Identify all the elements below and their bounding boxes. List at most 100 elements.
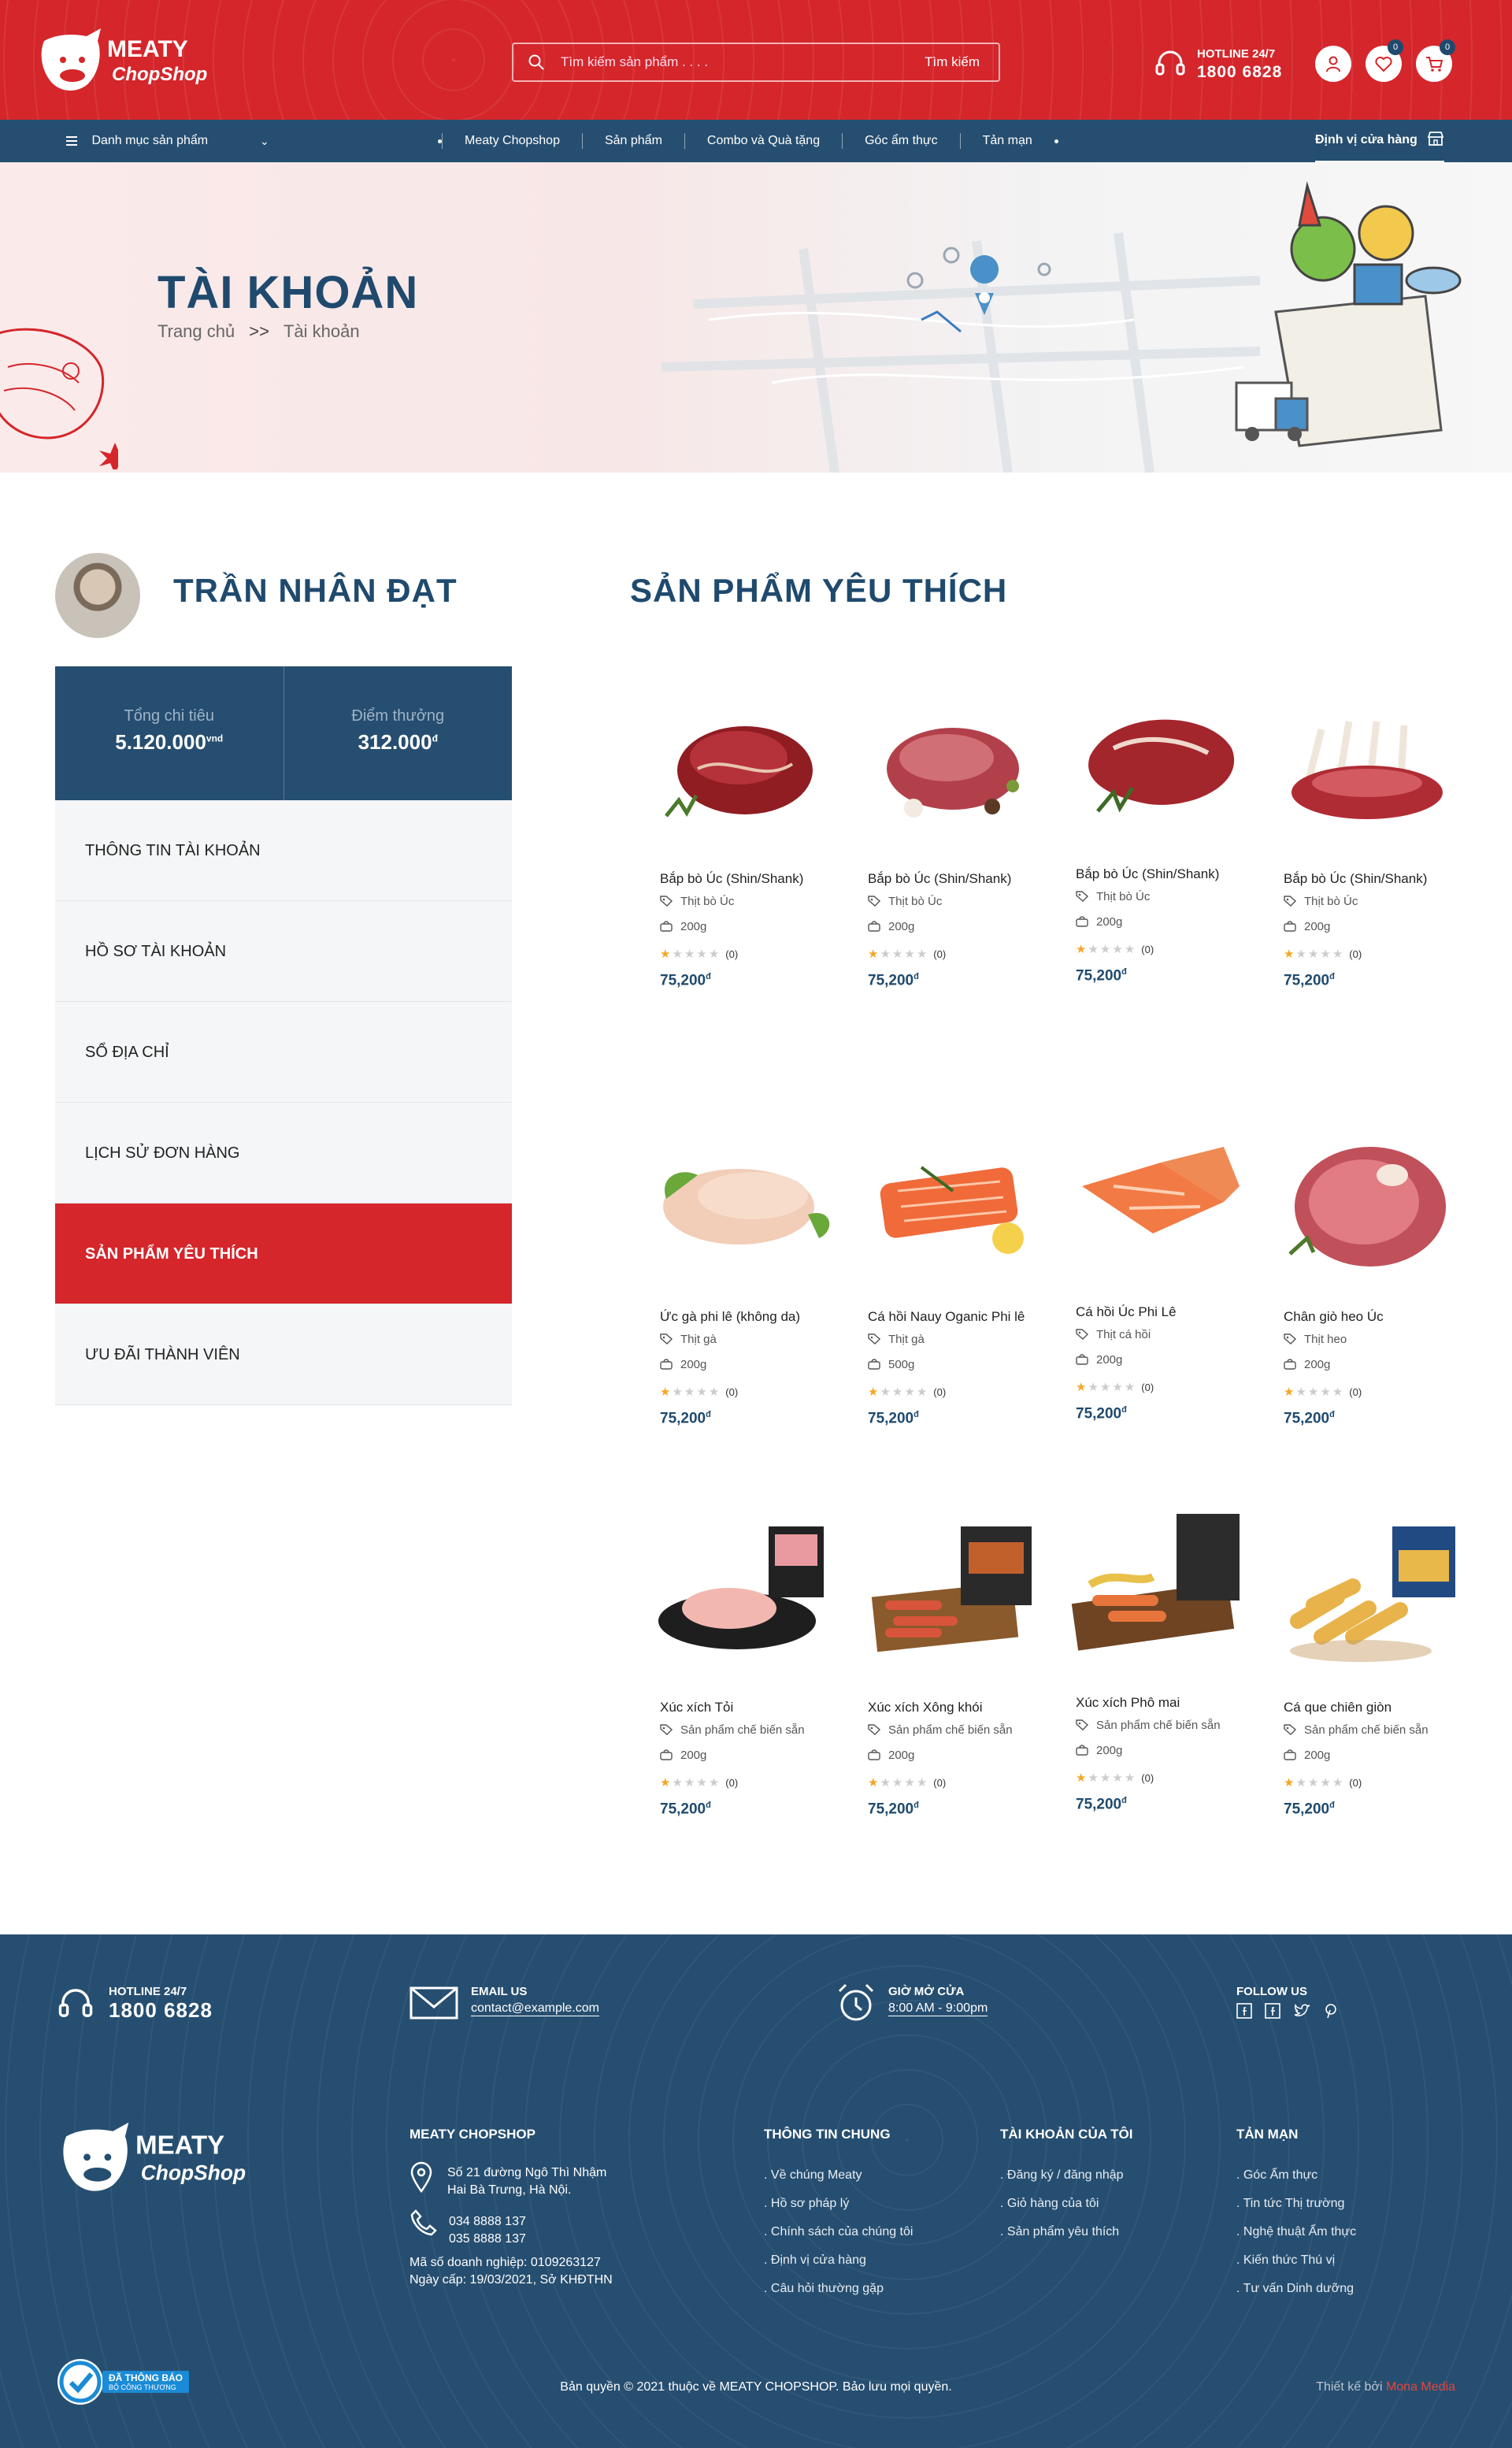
product-category: Thịt bò Úc — [1284, 895, 1358, 908]
footer-link[interactable]: Giỏ hàng của tôi — [1000, 2190, 1132, 2218]
footer-link[interactable]: Tin tức Thị trường — [1236, 2190, 1356, 2218]
footer-link[interactable]: Hồ sơ pháp lý — [764, 2190, 913, 2218]
product-card[interactable]: Cá que chiên giòn Sản phẩm chế biến sẵn … — [1274, 1511, 1463, 1857]
product-card[interactable]: Bắp bò Úc (Shin/Shank) Thịt bò Úc 200g ★… — [858, 682, 1047, 1029]
footer-link[interactable]: Câu hỏi thường gặp — [764, 2275, 913, 2303]
footer-address-line2: Hai Bà Trưng, Hà Nội. — [447, 2183, 572, 2197]
product-card[interactable]: Chân giò heo Úc Thịt heo 200g ★★★★★ (0) 7… — [1274, 1120, 1463, 1467]
product-image[interactable] — [650, 1511, 839, 1668]
footer-phone-2[interactable]: 035 8888 137 — [449, 2231, 526, 2248]
facebook-page-icon[interactable] — [1265, 2003, 1280, 2019]
footer-link[interactable]: Đăng ký / đăng nhập — [1000, 2161, 1132, 2190]
price-value: 75,200 — [868, 972, 914, 989]
pinterest-icon[interactable] — [1323, 2003, 1339, 2019]
breadcrumb-home[interactable]: Trang chủ — [158, 321, 235, 341]
avatar[interactable] — [55, 553, 140, 638]
star-icon: ★ — [684, 948, 697, 961]
location-pin-icon — [410, 2161, 432, 2193]
menu-account-profile[interactable]: HỒ SƠ TÀI KHOẢN — [55, 901, 512, 1002]
product-name[interactable]: Cá que chiên giòn — [1284, 1700, 1392, 1715]
footer-link[interactable]: Tư vấn Dinh dưỡng — [1236, 2275, 1356, 2303]
search-input[interactable] — [561, 52, 876, 72]
product-name[interactable]: Cá hồi Úc Phi Lê — [1076, 1304, 1177, 1320]
menu-member-offers[interactable]: ƯU ĐÃI THÀNH VIÊN — [55, 1304, 512, 1405]
product-card[interactable]: Xúc xích Xông khói Sản phẩm chế biến sẵn… — [858, 1511, 1047, 1857]
product-name[interactable]: Bắp bò Úc (Shin/Shank) — [1284, 871, 1427, 887]
category-menu-toggle[interactable]: Danh mục sản phẩm ⌄ — [66, 120, 269, 162]
product-card[interactable]: Cá hồi Úc Phi Lê Thịt cá hồi 200g ★★★★★(… — [1066, 1115, 1255, 1462]
product-card[interactable]: Bắp bò Úc (Shin/Shank) Thịt bò Úc 200g ★… — [1274, 682, 1463, 1029]
product-name[interactable]: Ức gà phi lê (không da) — [660, 1309, 800, 1325]
nav-link-blog[interactable]: Tản mạn — [959, 133, 1054, 149]
star-icon: ★ — [1076, 1381, 1088, 1394]
nav-link-products[interactable]: Sản phẩm — [581, 133, 684, 149]
footer-link[interactable]: Về chúng Meaty — [764, 2161, 913, 2190]
product-image[interactable] — [650, 682, 839, 840]
product-image[interactable] — [1066, 677, 1255, 835]
designer-credit[interactable]: Thiết kế bởi Mona Media — [1316, 2380, 1455, 2394]
product-image[interactable] — [1274, 1120, 1463, 1278]
product-card[interactable]: Bắp bò Úc (Shin/Shank) Thịt bò Úc 200g ★… — [1066, 677, 1255, 1024]
product-name[interactable]: Bắp bò Úc (Shin/Shank) — [1076, 866, 1219, 882]
nav-link-cuisine[interactable]: Góc ẩm thực — [842, 133, 960, 149]
product-rating: ★★★★★ (0) — [1284, 947, 1362, 961]
product-image[interactable] — [1274, 682, 1463, 840]
facebook-icon[interactable] — [1236, 2003, 1252, 2019]
product-card[interactable]: Cá hồi Nauy Oganic Phi lê Thịt gà 500g ★… — [858, 1120, 1047, 1467]
top-header: MEATY ChopShop Tìm kiếm HOTLINE 24/7 180… — [0, 0, 1512, 120]
star-icon: ★ — [916, 1776, 929, 1790]
menu-order-history[interactable]: LỊCH SỬ ĐƠN HÀNG — [55, 1103, 512, 1204]
menu-account-info[interactable]: THÔNG TIN TÀI KHOẢN — [55, 800, 512, 901]
footer-phone-1[interactable]: 034 8888 137 — [449, 2213, 526, 2231]
search-button[interactable]: Tìm kiếm — [925, 54, 980, 70]
nav-link-meaty[interactable]: Meaty Chopshop — [442, 133, 582, 149]
breadcrumb-separator: >> — [249, 321, 269, 341]
twitter-icon[interactable] — [1293, 2003, 1310, 2019]
weight-scale-icon — [1284, 1749, 1296, 1760]
product-image[interactable] — [1066, 1506, 1255, 1664]
product-name[interactable]: Xúc xích Tỏi — [660, 1700, 733, 1715]
product-image[interactable] — [858, 682, 1047, 840]
product-name[interactable]: Cá hồi Nauy Oganic Phi lê — [868, 1309, 1025, 1325]
product-name[interactable]: Chân giò heo Úc — [1284, 1309, 1384, 1325]
site-logo[interactable]: MEATY ChopShop — [39, 22, 236, 101]
meat-illustration — [0, 328, 118, 469]
product-image[interactable] — [858, 1511, 1047, 1668]
hotline-label: HOTLINE 24/7 — [1197, 47, 1276, 61]
product-image[interactable] — [1066, 1115, 1255, 1273]
product-image[interactable] — [858, 1120, 1047, 1278]
total-spent-label: Tổng chi tiêu — [124, 707, 214, 725]
footer-link[interactable]: Sản phẩm yêu thích — [1000, 2218, 1132, 2246]
product-rating: ★★★★★ (0) — [868, 1775, 946, 1790]
mail-icon — [410, 1986, 458, 2020]
menu-favorite-products[interactable]: SẢN PHẨM YÊU THÍCH — [55, 1204, 512, 1304]
account-button[interactable] — [1315, 46, 1351, 82]
menu-address-book[interactable]: SỔ ĐỊA CHỈ — [55, 1002, 512, 1103]
product-card[interactable]: Bắp bò Úc (Shin/Shank) Thịt bò Úc 200g ★… — [650, 682, 839, 1029]
store-locator-link[interactable]: Định vị cửa hàng — [1315, 120, 1445, 162]
footer-link[interactable]: Nghệ thuật Ẩm thực — [1236, 2218, 1356, 2246]
footer-link[interactable]: Góc Ẩm thực — [1236, 2161, 1356, 2190]
product-image[interactable] — [1274, 1511, 1463, 1668]
footer-logo[interactable]: MEATY ChopShop — [55, 2116, 284, 2206]
product-card[interactable]: Ức gà phi lê (không da) Thịt gà 200g ★★★… — [650, 1120, 839, 1467]
product-name[interactable]: Bắp bò Úc (Shin/Shank) — [660, 871, 803, 887]
star-icon: ★ — [672, 1385, 684, 1399]
weight-scale-icon — [868, 921, 880, 932]
product-weight: 200g — [868, 920, 914, 933]
star-icon: ★ — [708, 948, 721, 961]
product-rating: ★★★★★ (0) — [868, 947, 946, 961]
product-name[interactable]: Xúc xích Xông khói — [868, 1700, 983, 1715]
product-card[interactable]: Xúc xích Phô mai Sản phẩm chế biến sẵn 2… — [1066, 1506, 1255, 1853]
footer-link[interactable]: Chính sách của chúng tôi — [764, 2218, 914, 2246]
hotline-number: 1800 6828 — [1197, 63, 1283, 81]
product-name[interactable]: Bắp bò Úc (Shin/Shank) — [868, 871, 1011, 887]
tag-icon — [1076, 891, 1088, 902]
footer-link[interactable]: Kiến thức Thú vị — [1236, 2246, 1356, 2275]
product-card[interactable]: Xúc xích Tỏi Sản phẩm chế biến sẵn 200g … — [650, 1511, 839, 1857]
star-icon: ★ — [891, 1385, 905, 1399]
product-name[interactable]: Xúc xích Phô mai — [1076, 1695, 1180, 1711]
nav-link-combo[interactable]: Combo và Quà tặng — [684, 133, 842, 149]
product-image[interactable] — [650, 1120, 839, 1278]
footer-link[interactable]: Định vị cửa hàng — [764, 2246, 913, 2275]
